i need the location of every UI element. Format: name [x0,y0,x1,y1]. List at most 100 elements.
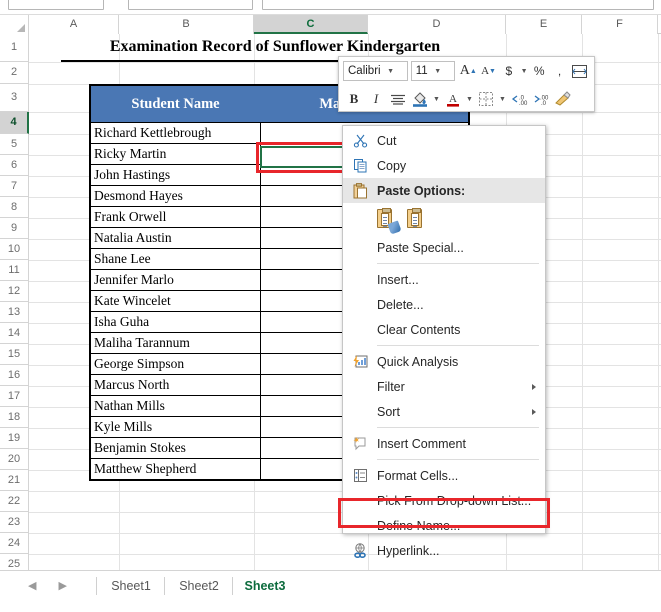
accounting-dropdown-icon[interactable]: ▼ [519,60,529,82]
font-color-dropdown-icon[interactable]: ▼ [464,88,475,110]
decrease-decimal-icon[interactable]: .0 .00 [508,88,530,110]
font-size-combo[interactable]: 11 ▼ [410,61,456,81]
chevron-down-icon[interactable]: ▼ [432,68,444,75]
borders-dropdown-icon[interactable]: ▼ [497,88,508,110]
cell-student-name[interactable]: Isha Guha [91,312,261,332]
menu-item-delete[interactable]: Delete... [343,292,545,317]
cell-student-name[interactable]: Natalia Austin [91,228,261,248]
paste-formatting-icon[interactable] [375,207,402,235]
cell-student-name[interactable]: Richard Kettlebrough [91,123,261,143]
row-header-13[interactable]: 13 [0,302,29,323]
row-header-24[interactable]: 24 [0,533,29,554]
row-header-10[interactable]: 10 [0,239,29,260]
menu-item-quick-analysis[interactable]: Quick Analysis [343,349,545,374]
fill-color-dropdown-icon[interactable]: ▼ [431,88,442,110]
increase-decimal-icon[interactable]: .00 .0 [530,88,552,110]
menu-item-format-cells[interactable]: Format Cells... [343,463,545,488]
cell-student-name[interactable]: Marcus North [91,375,261,395]
font-name-combo[interactable]: Calibri ▼ [343,61,408,81]
grow-font-icon[interactable]: A ▲ [458,60,478,82]
italic-icon[interactable]: I [365,88,387,110]
row-header-3[interactable]: 3 [0,84,29,112]
row-header-12[interactable]: 12 [0,281,29,302]
menu-item-cut[interactable]: Cut [343,128,545,153]
paste-options-gallery[interactable] [343,203,545,235]
menu-item-pick-from-drop-down-list[interactable]: Pick From Drop-down List... [343,488,545,513]
cell-student-name[interactable]: John Hastings [91,165,261,185]
row-header-8[interactable]: 8 [0,197,29,218]
select-all-corner[interactable] [0,15,29,34]
font-color-icon[interactable]: A [442,88,464,110]
row-header-16[interactable]: 16 [0,365,29,386]
cell-student-name[interactable]: Desmond Hayes [91,186,261,206]
row-header-21[interactable]: 21 [0,470,29,491]
cell-student-name[interactable]: Kyle Mills [91,417,261,437]
borders-icon[interactable] [475,88,497,110]
shrink-font-icon[interactable]: A ▼ [478,60,498,82]
column-header-c[interactable]: C [254,15,368,34]
comma-style-icon[interactable]: , [549,60,569,82]
column-header-e[interactable]: E [506,15,582,34]
row-header-17[interactable]: 17 [0,386,29,407]
cell-student-name[interactable]: Jennifer Marlo [91,270,261,290]
row-header-20[interactable]: 20 [0,449,29,470]
column-header-a[interactable]: A [29,15,119,34]
percent-style-icon[interactable]: % [529,60,549,82]
cell-student-name[interactable]: George Simpson [91,354,261,374]
menu-item-paste-special[interactable]: Paste Special... [343,235,545,260]
menu-item-clear-contents[interactable]: Clear Contents [343,317,545,342]
function-box[interactable] [128,0,253,10]
sheet-tab-sheet1[interactable]: Sheet1 [100,574,162,598]
next-sheet-icon[interactable]: ▶ [58,579,66,592]
row-header-2[interactable]: 2 [0,62,29,84]
row-header-19[interactable]: 19 [0,428,29,449]
format-painter-icon[interactable] [552,88,574,110]
cell-student-name[interactable]: Kate Wincelet [91,291,261,311]
column-header-d[interactable]: D [368,15,506,34]
row-header-9[interactable]: 9 [0,218,29,239]
chevron-down-icon[interactable]: ▼ [385,68,397,75]
menu-item-copy[interactable]: Copy [343,153,545,178]
menu-item-label: Insert... [377,272,419,287]
menu-item-filter[interactable]: Filter [343,374,545,399]
accounting-format-icon[interactable]: $ [499,60,519,82]
menu-item-paste-options[interactable]: Paste Options: [343,178,545,203]
formula-input[interactable] [262,0,654,10]
cell-student-name[interactable]: Matthew Shepherd [91,459,261,479]
sheet-tab-sheet3[interactable]: Sheet3 [236,574,294,598]
sheet-tab-sheet2[interactable]: Sheet2 [168,574,230,598]
row-header-1[interactable]: 1 [0,34,29,62]
mini-toolbar[interactable]: Calibri ▼ 11 ▼ A ▲ A ▼ $ ▼ % , B I ▼ A ▼… [338,56,595,112]
column-header-f[interactable]: F [582,15,658,34]
row-header-23[interactable]: 23 [0,512,29,533]
row-header-18[interactable]: 18 [0,407,29,428]
row-header-7[interactable]: 7 [0,176,29,197]
row-header-6[interactable]: 6 [0,155,29,176]
menu-item-define-name[interactable]: Define Name... [343,513,545,538]
paste-values-icon[interactable] [405,207,427,231]
cell-student-name[interactable]: Shane Lee [91,249,261,269]
row-header-5[interactable]: 5 [0,134,29,155]
cell-student-name[interactable]: Ricky Martin [91,144,261,164]
fill-color-icon[interactable] [409,88,431,110]
cell-student-name[interactable]: Nathan Mills [91,396,261,416]
merge-center-icon[interactable] [570,60,590,82]
menu-item-hyperlink[interactable]: Hyperlink... [343,538,545,563]
name-box[interactable] [8,0,104,10]
row-header-4[interactable]: 4 [0,112,29,134]
cell-student-name[interactable]: Maliha Tarannum [91,333,261,353]
menu-item-sort[interactable]: Sort [343,399,545,424]
cell-student-name[interactable]: Benjamin Stokes [91,438,261,458]
row-header-11[interactable]: 11 [0,260,29,281]
menu-item-insert-comment[interactable]: Insert Comment [343,431,545,456]
center-align-icon[interactable] [387,88,409,110]
column-header-b[interactable]: B [119,15,254,34]
row-header-22[interactable]: 22 [0,491,29,512]
menu-item-insert[interactable]: Insert... [343,267,545,292]
row-header-15[interactable]: 15 [0,344,29,365]
cell-student-name[interactable]: Frank Orwell [91,207,261,227]
bold-icon[interactable]: B [343,88,365,110]
cell-context-menu[interactable]: Cut Copy Paste Options: Paste Special... Ins… [342,125,546,558]
row-header-14[interactable]: 14 [0,323,29,344]
prev-sheet-icon[interactable]: ◀ [28,579,36,592]
